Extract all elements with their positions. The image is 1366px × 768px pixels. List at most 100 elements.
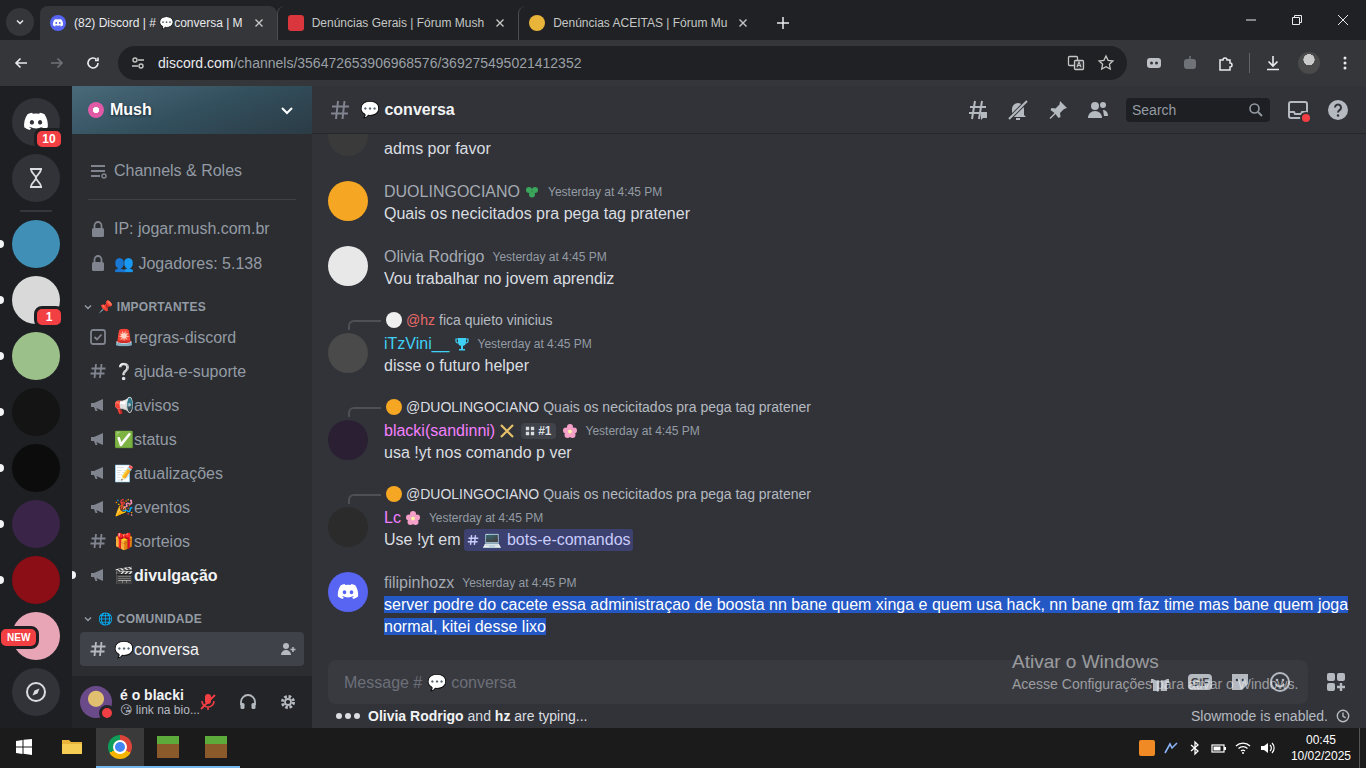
bell-muted-icon[interactable] [1006,98,1030,122]
app-tray-icon[interactable] [1163,740,1179,756]
message-reply[interactable]: @DUOLINGOCIANOQuais os necicitados pra p… [328,485,1350,503]
browser-tab[interactable]: Denúncias ACEITAS | Fórum Mu [518,6,761,40]
server-icon[interactable] [12,220,60,268]
direct-messages-button[interactable]: 10 [12,98,60,146]
explorer-taskbar-button[interactable] [48,728,96,768]
app-tray-icon[interactable] [1139,740,1155,756]
extension-button[interactable] [1173,46,1207,80]
gif-button[interactable]: GIF [1188,674,1212,690]
app-button[interactable] [12,154,60,202]
back-button[interactable] [4,46,38,80]
sticker-icon[interactable] [1228,670,1252,694]
help-icon[interactable] [1326,98,1350,122]
user-avatar[interactable] [80,686,112,718]
gift-icon[interactable] [1148,670,1172,694]
minecraft-taskbar-button[interactable] [144,728,192,768]
tab-search-button[interactable] [6,8,34,36]
wifi-icon[interactable] [1235,740,1251,756]
channel-item[interactable]: IP: jogar.mush.com.br [80,212,304,246]
threads-icon[interactable] [966,98,990,122]
message-author[interactable]: Lc [384,509,401,527]
browser-tab[interactable]: (82) Discord | # 💬conversa | M [40,6,277,40]
deafen-button[interactable] [232,686,264,718]
minecraft-taskbar-button[interactable] [192,728,240,768]
channel-item[interactable]: 📢avisos [80,388,304,422]
emoji-icon[interactable] [1268,670,1292,694]
show-desktop-button[interactable] [1359,728,1366,768]
star-icon[interactable] [1097,54,1115,72]
members-icon[interactable] [1086,98,1110,122]
start-button[interactable] [0,728,48,768]
mute-button[interactable] [192,686,224,718]
volume-icon[interactable] [1259,740,1275,756]
translate-icon[interactable] [1067,54,1085,72]
profile-button[interactable] [1292,46,1326,80]
message-reply[interactable]: @hzfica quieto vinicius [328,311,1350,329]
channel-item[interactable]: 🚨regras-discord [80,320,304,354]
chrome-taskbar-button[interactable] [96,728,144,768]
user-avatar[interactable] [328,333,368,373]
message-input[interactable]: Message # 💬 conversaGIF [328,660,1308,704]
restore-button[interactable] [1274,0,1320,40]
channel-item[interactable]: ✅status [80,422,304,456]
server-icon[interactable] [12,388,60,436]
close-icon[interactable] [492,15,508,31]
user-avatar[interactable] [328,181,368,221]
channel-item[interactable]: 💬conversa [80,632,304,666]
minimize-button[interactable] [1228,0,1274,40]
extension-button[interactable] [1137,46,1171,80]
user-avatar[interactable] [328,507,368,547]
close-icon[interactable] [735,15,751,31]
inbox-button[interactable] [1286,98,1310,122]
message-author[interactable]: DUOLINGOCIANO [384,183,520,201]
close-window-button[interactable] [1320,0,1366,40]
server-header[interactable]: Mush [72,86,312,134]
server-icon[interactable] [12,332,60,380]
channel-item[interactable]: 🎬divulgação [80,558,304,592]
channel-item[interactable]: 🎁sorteios [80,524,304,558]
battery-icon[interactable] [1211,740,1227,756]
user-avatar[interactable] [328,246,368,286]
channel-item[interactable]: ❔ajuda-e-suporte [80,354,304,388]
new-tab-button[interactable] [769,9,797,37]
user-avatar[interactable] [328,420,368,460]
server-icon[interactable] [12,444,60,492]
search-field[interactable]: Search [1126,98,1270,122]
message-author[interactable]: Olivia Rodrigo [384,248,484,266]
user-avatar[interactable] [328,572,368,612]
server-icon[interactable]: NEW [12,612,60,660]
channel-category[interactable]: 🌐 COMUNIDADE [72,592,312,632]
menu-button[interactable] [1328,46,1362,80]
add-member-icon[interactable] [280,641,296,657]
site-settings-icon[interactable] [130,55,146,71]
forward-button[interactable] [40,46,74,80]
message-reply[interactable]: @DUOLINGOCIANOQuais os necicitados pra p… [328,398,1350,416]
url-text[interactable]: discord.com/channels/356472653906968576/… [158,55,581,71]
pin-icon[interactable] [1046,98,1070,122]
channel-category[interactable]: 📌 IMPORTANTES [72,280,312,320]
discover-button[interactable] [12,668,60,716]
channel-item[interactable]: 👥 Jogadores: 5.138 [80,246,304,280]
channel-mention[interactable]: 💻 bots-e-comandos [464,529,632,551]
channel-item[interactable]: Channels & Roles [80,154,304,188]
bluetooth-icon[interactable] [1187,740,1203,756]
channel-item[interactable]: 🎉eventos [80,490,304,524]
reload-button[interactable] [76,46,110,80]
message-author[interactable]: filipinhozx [384,574,454,592]
user-avatar[interactable] [328,134,368,156]
channel-item[interactable]: 📝atualizações [80,456,304,490]
server-icon[interactable] [12,500,60,548]
settings-button[interactable] [272,686,304,718]
message-author[interactable]: blacki(sandinni) [384,422,495,440]
clock[interactable]: 00:4510/02/2025 [1283,728,1359,768]
extensions-button[interactable] [1209,46,1243,80]
browser-tab[interactable]: Denúncias Gerais | Fórum Mush [277,6,519,40]
apps-icon[interactable] [1324,670,1348,694]
server-icon[interactable] [12,556,60,604]
message-author[interactable]: iTzVini__ [384,335,450,353]
minecraft-icon [157,736,179,758]
downloads-button[interactable] [1256,46,1290,80]
address-bar[interactable]: discord.com/channels/356472653906968576/… [118,46,1127,80]
server-icon[interactable]: 1 [12,276,60,324]
close-icon[interactable] [251,15,267,31]
